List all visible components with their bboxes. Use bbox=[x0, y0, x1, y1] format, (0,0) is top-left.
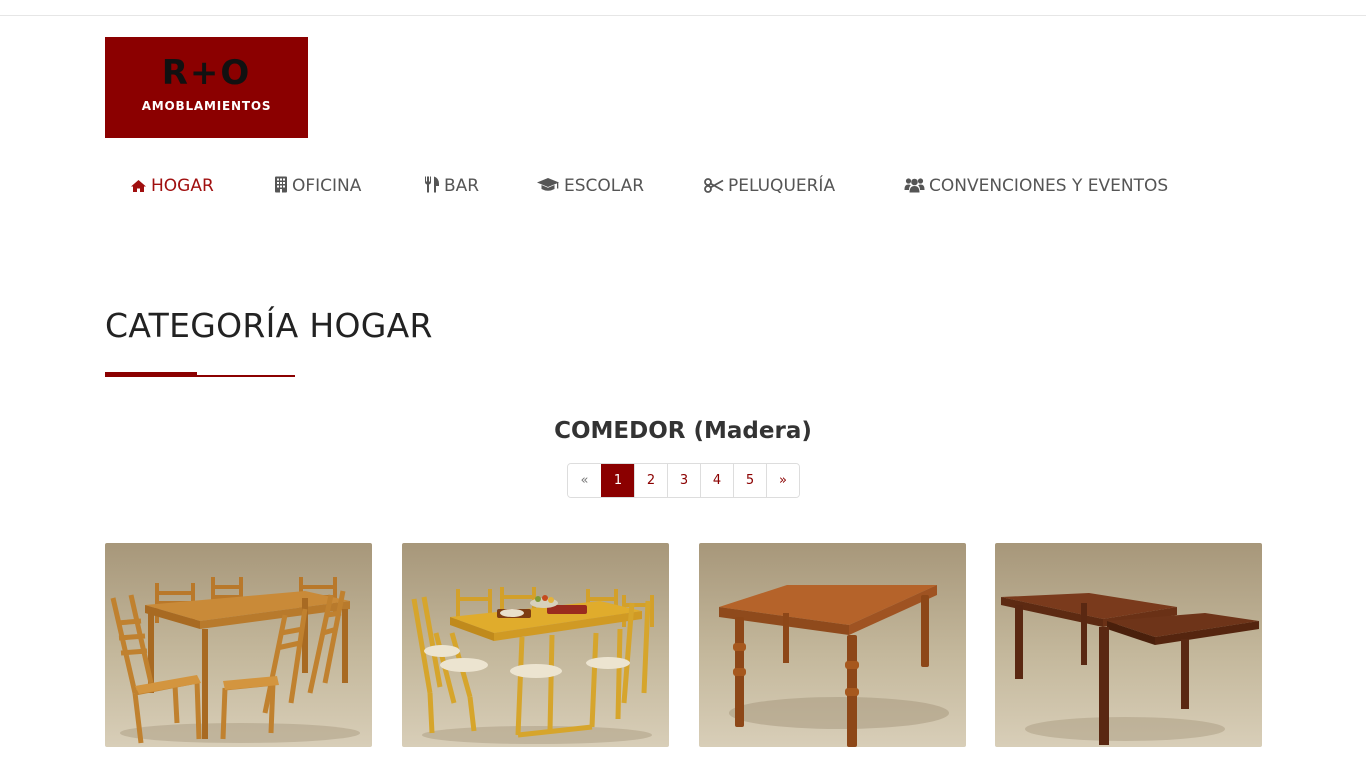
nav-item-oficina[interactable]: OFICINA bbox=[274, 172, 361, 200]
nav-item-bar[interactable]: BAR bbox=[424, 172, 479, 200]
pagination-page-3[interactable]: 3 bbox=[667, 464, 700, 497]
pagination-page-2[interactable]: 2 bbox=[634, 464, 667, 497]
nav-item-convenciones[interactable]: CONVENCIONES Y EVENTOS bbox=[904, 172, 1168, 200]
product-image-dining-set-1 bbox=[110, 577, 360, 744]
pagination-next[interactable]: » bbox=[766, 464, 799, 497]
nav-label: BAR bbox=[444, 176, 480, 196]
product-card-2[interactable] bbox=[402, 543, 669, 747]
nav-item-hogar[interactable]: HOGAR bbox=[130, 172, 214, 200]
nav-label: HOGAR bbox=[151, 176, 214, 196]
product-card-4[interactable] bbox=[995, 543, 1262, 747]
home-icon bbox=[130, 179, 147, 193]
scissors-icon bbox=[704, 178, 724, 193]
product-image-dining-set-2 bbox=[411, 587, 654, 744]
pagination-prev[interactable]: « bbox=[568, 464, 601, 497]
nav-label: CONVENCIONES Y EVENTOS bbox=[929, 176, 1169, 196]
product-card-3[interactable] bbox=[699, 543, 966, 747]
logo[interactable]: R+O AMOBLAMIENTOS bbox=[105, 37, 308, 138]
building-icon bbox=[274, 176, 288, 193]
logo-subtext: AMOBLAMIENTOS bbox=[141, 99, 272, 113]
product-card-1[interactable] bbox=[105, 543, 372, 747]
pagination-page-5[interactable]: 5 bbox=[733, 464, 766, 497]
graduation-cap-icon bbox=[536, 177, 560, 193]
pagination: « 1 2 3 4 5 » bbox=[567, 463, 800, 498]
nav-label: PELUQUERÍA bbox=[728, 176, 836, 196]
nav-label: ESCOLAR bbox=[564, 176, 645, 196]
pagination-page-1[interactable]: 1 bbox=[601, 464, 634, 497]
cutlery-icon bbox=[424, 176, 440, 193]
logo-text: R+O bbox=[161, 53, 252, 93]
nav-label: OFICINA bbox=[292, 176, 362, 196]
title-underline-accent bbox=[105, 372, 197, 377]
nav-item-escolar[interactable]: ESCOLAR bbox=[536, 172, 644, 200]
pagination-page-4[interactable]: 4 bbox=[700, 464, 733, 497]
product-image-table-3 bbox=[719, 585, 949, 747]
subcategory-title: COMEDOR (Madera) bbox=[554, 418, 812, 444]
nav-item-peluqueria[interactable]: PELUQUERÍA bbox=[704, 172, 835, 200]
users-icon bbox=[904, 177, 925, 193]
page-title: CATEGORÍA HOGAR bbox=[105, 306, 433, 345]
product-image-table-4 bbox=[1001, 593, 1259, 745]
top-border bbox=[0, 15, 1366, 16]
